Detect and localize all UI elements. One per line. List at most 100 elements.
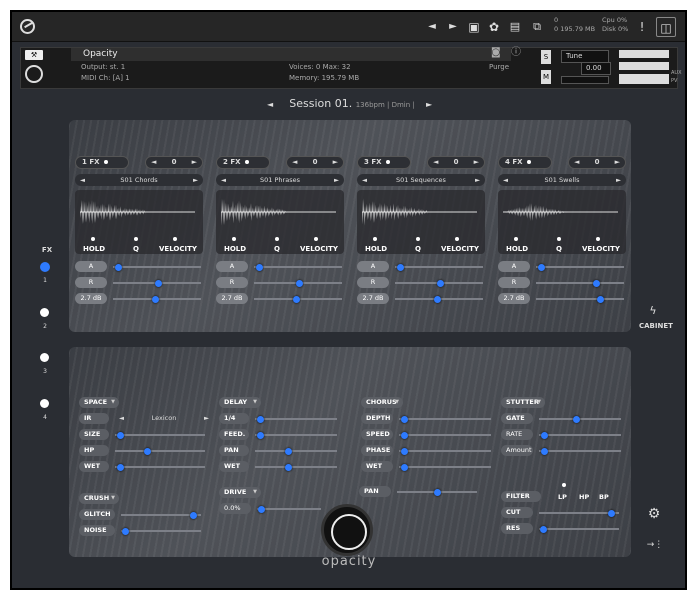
info-icon[interactable]: ⓘ bbox=[511, 48, 521, 58]
chorus-pan-knob[interactable] bbox=[433, 488, 441, 496]
slot-4-volume-value[interactable]: 2.7 dB bbox=[498, 293, 530, 304]
delay-time-slider[interactable] bbox=[255, 415, 337, 423]
export-icon[interactable]: →⋮ bbox=[646, 540, 664, 550]
slot-2-fx-toggle[interactable]: 2 FX bbox=[216, 156, 270, 169]
slot-1-release-knob[interactable] bbox=[155, 279, 163, 287]
slot-1-attack-slider[interactable] bbox=[113, 263, 201, 271]
slot-2-volume-slider[interactable] bbox=[254, 295, 342, 303]
slot-3-release-knob[interactable] bbox=[437, 279, 445, 287]
slot-3-attack-slider[interactable] bbox=[395, 263, 483, 271]
purge-button[interactable]: Purge bbox=[489, 62, 509, 72]
rack-icon[interactable]: ◫ bbox=[656, 17, 676, 37]
slot-3-hold-indicator[interactable] bbox=[373, 237, 377, 241]
slot-3-attack-knob[interactable] bbox=[396, 263, 404, 271]
slot-1-q-label[interactable]: Q bbox=[133, 245, 139, 253]
slot-3-velocity-label[interactable]: VELOCITY bbox=[441, 245, 479, 253]
crush-selector[interactable]: CRUSH ▼ bbox=[79, 493, 119, 504]
slot-1-q-indicator[interactable] bbox=[134, 237, 138, 241]
slot-2-release-slider[interactable] bbox=[254, 279, 342, 287]
camera-icon[interactable]: ◙ bbox=[491, 48, 501, 58]
wrench-icon[interactable]: ⚒ bbox=[25, 50, 43, 60]
slot-2-q-label[interactable]: Q bbox=[274, 245, 280, 253]
slot-4-velocity-indicator[interactable] bbox=[596, 237, 600, 241]
slot-1-preset-selector[interactable]: ◄ S01 Chords ► bbox=[75, 174, 203, 186]
slot-3-release-slider[interactable] bbox=[395, 279, 483, 287]
gear-icon[interactable]: ⚙ bbox=[646, 506, 662, 522]
filter-selector[interactable]: FILTER bbox=[501, 491, 541, 502]
tune-value[interactable]: 0.00 bbox=[581, 62, 611, 75]
fx-slot-3-button[interactable] bbox=[40, 353, 49, 362]
space-selector[interactable]: SPACE ▼ bbox=[79, 397, 119, 408]
slot-1-velocity-indicator[interactable] bbox=[173, 237, 177, 241]
wet-knob[interactable] bbox=[116, 463, 124, 471]
fx-slot-1-button[interactable] bbox=[40, 262, 50, 272]
slot-4-attack-slider[interactable] bbox=[536, 263, 624, 271]
delay-selector[interactable]: DELAY ▼ bbox=[219, 397, 261, 408]
delay-time-knob[interactable] bbox=[256, 415, 264, 423]
delay-wet-slider[interactable] bbox=[255, 463, 337, 471]
chorus-wet-knob[interactable] bbox=[400, 463, 408, 471]
slot-2-volume-value[interactable]: 2.7 dB bbox=[216, 293, 248, 304]
rate-knob[interactable] bbox=[540, 431, 548, 439]
slot-1-hold-label[interactable]: HOLD bbox=[83, 245, 105, 253]
speed-slider[interactable] bbox=[399, 431, 491, 439]
feed-slider[interactable] bbox=[255, 431, 337, 439]
slot-2-preset-selector[interactable]: ◄ S01 Phrases ► bbox=[216, 174, 344, 186]
slot-2-hold-label[interactable]: HOLD bbox=[224, 245, 246, 253]
drive-selector[interactable]: DRIVE ▼ bbox=[219, 487, 261, 498]
ir-preset-selector[interactable]: ◄ Lexicon ► bbox=[119, 413, 209, 424]
lp-indicator[interactable] bbox=[562, 483, 566, 487]
slot-4-q-indicator[interactable] bbox=[557, 237, 561, 241]
cut-slider[interactable] bbox=[539, 509, 619, 517]
glitch-slider[interactable] bbox=[121, 511, 201, 519]
cut-knob[interactable] bbox=[608, 509, 616, 517]
slot-4-q-label[interactable]: Q bbox=[556, 245, 562, 253]
prev-icon[interactable]: ◄ bbox=[422, 17, 442, 37]
slot-4-release-knob[interactable] bbox=[592, 279, 600, 287]
browser-icon[interactable]: ▤ bbox=[505, 17, 525, 37]
slot-1-counter[interactable]: ◄ 0 ► bbox=[145, 156, 203, 169]
gear-icon[interactable]: ✿ bbox=[484, 17, 504, 37]
feed-knob[interactable] bbox=[256, 431, 264, 439]
bp-button[interactable]: BP bbox=[599, 493, 609, 501]
slot-1-velocity-label[interactable]: VELOCITY bbox=[159, 245, 197, 253]
slot-3-fx-toggle[interactable]: 3 FX bbox=[357, 156, 411, 169]
noise-slider[interactable] bbox=[121, 527, 201, 535]
slot-3-counter[interactable]: ◄ 0 ► bbox=[427, 156, 485, 169]
session-next-icon[interactable]: ► bbox=[426, 100, 432, 109]
amount-knob[interactable] bbox=[540, 447, 548, 455]
res-slider[interactable] bbox=[539, 525, 619, 533]
slot-1-attack-knob[interactable] bbox=[114, 263, 122, 271]
gate-knob[interactable] bbox=[572, 415, 580, 423]
slot-1-volume-knob[interactable] bbox=[151, 295, 159, 303]
fx-slot-4-button[interactable] bbox=[40, 399, 49, 408]
next-icon[interactable]: ► bbox=[443, 17, 463, 37]
instrument-name[interactable]: Opacity bbox=[71, 48, 511, 61]
delay-pan-slider[interactable] bbox=[255, 447, 337, 455]
hp-slider[interactable] bbox=[115, 447, 205, 455]
slot-4-volume-knob[interactable] bbox=[596, 295, 604, 303]
slot-4-preset-selector[interactable]: ◄ S01 Swells ► bbox=[498, 174, 626, 186]
drive-amount-value[interactable]: 0.0% bbox=[219, 503, 251, 514]
hp-button[interactable]: HP bbox=[579, 493, 589, 501]
size-slider[interactable] bbox=[115, 431, 205, 439]
slot-2-velocity-label[interactable]: VELOCITY bbox=[300, 245, 338, 253]
midi-value[interactable]: [A] 1 bbox=[113, 74, 130, 82]
slot-3-volume-knob[interactable] bbox=[433, 295, 441, 303]
session-selector[interactable]: Session 01. 136bpm | Dmin | bbox=[262, 96, 442, 112]
res-knob[interactable] bbox=[540, 525, 548, 533]
slot-4-release-slider[interactable] bbox=[536, 279, 624, 287]
volume-slider[interactable] bbox=[619, 74, 669, 84]
slot-2-velocity-indicator[interactable] bbox=[314, 237, 318, 241]
chorus-selector[interactable]: CHORUS ▼ bbox=[361, 397, 403, 408]
gate-slider[interactable] bbox=[539, 415, 621, 423]
chorus-pan-slider[interactable] bbox=[397, 488, 477, 496]
glitch-knob[interactable] bbox=[190, 511, 198, 519]
main-macro-knob[interactable] bbox=[321, 504, 373, 556]
wet-slider[interactable] bbox=[115, 463, 205, 471]
size-knob[interactable] bbox=[116, 431, 124, 439]
slot-4-counter[interactable]: ◄ 0 ► bbox=[568, 156, 626, 169]
slot-2-q-indicator[interactable] bbox=[275, 237, 279, 241]
delay-time-value[interactable]: 1/4 bbox=[219, 413, 249, 424]
pan-slider[interactable] bbox=[561, 76, 609, 84]
